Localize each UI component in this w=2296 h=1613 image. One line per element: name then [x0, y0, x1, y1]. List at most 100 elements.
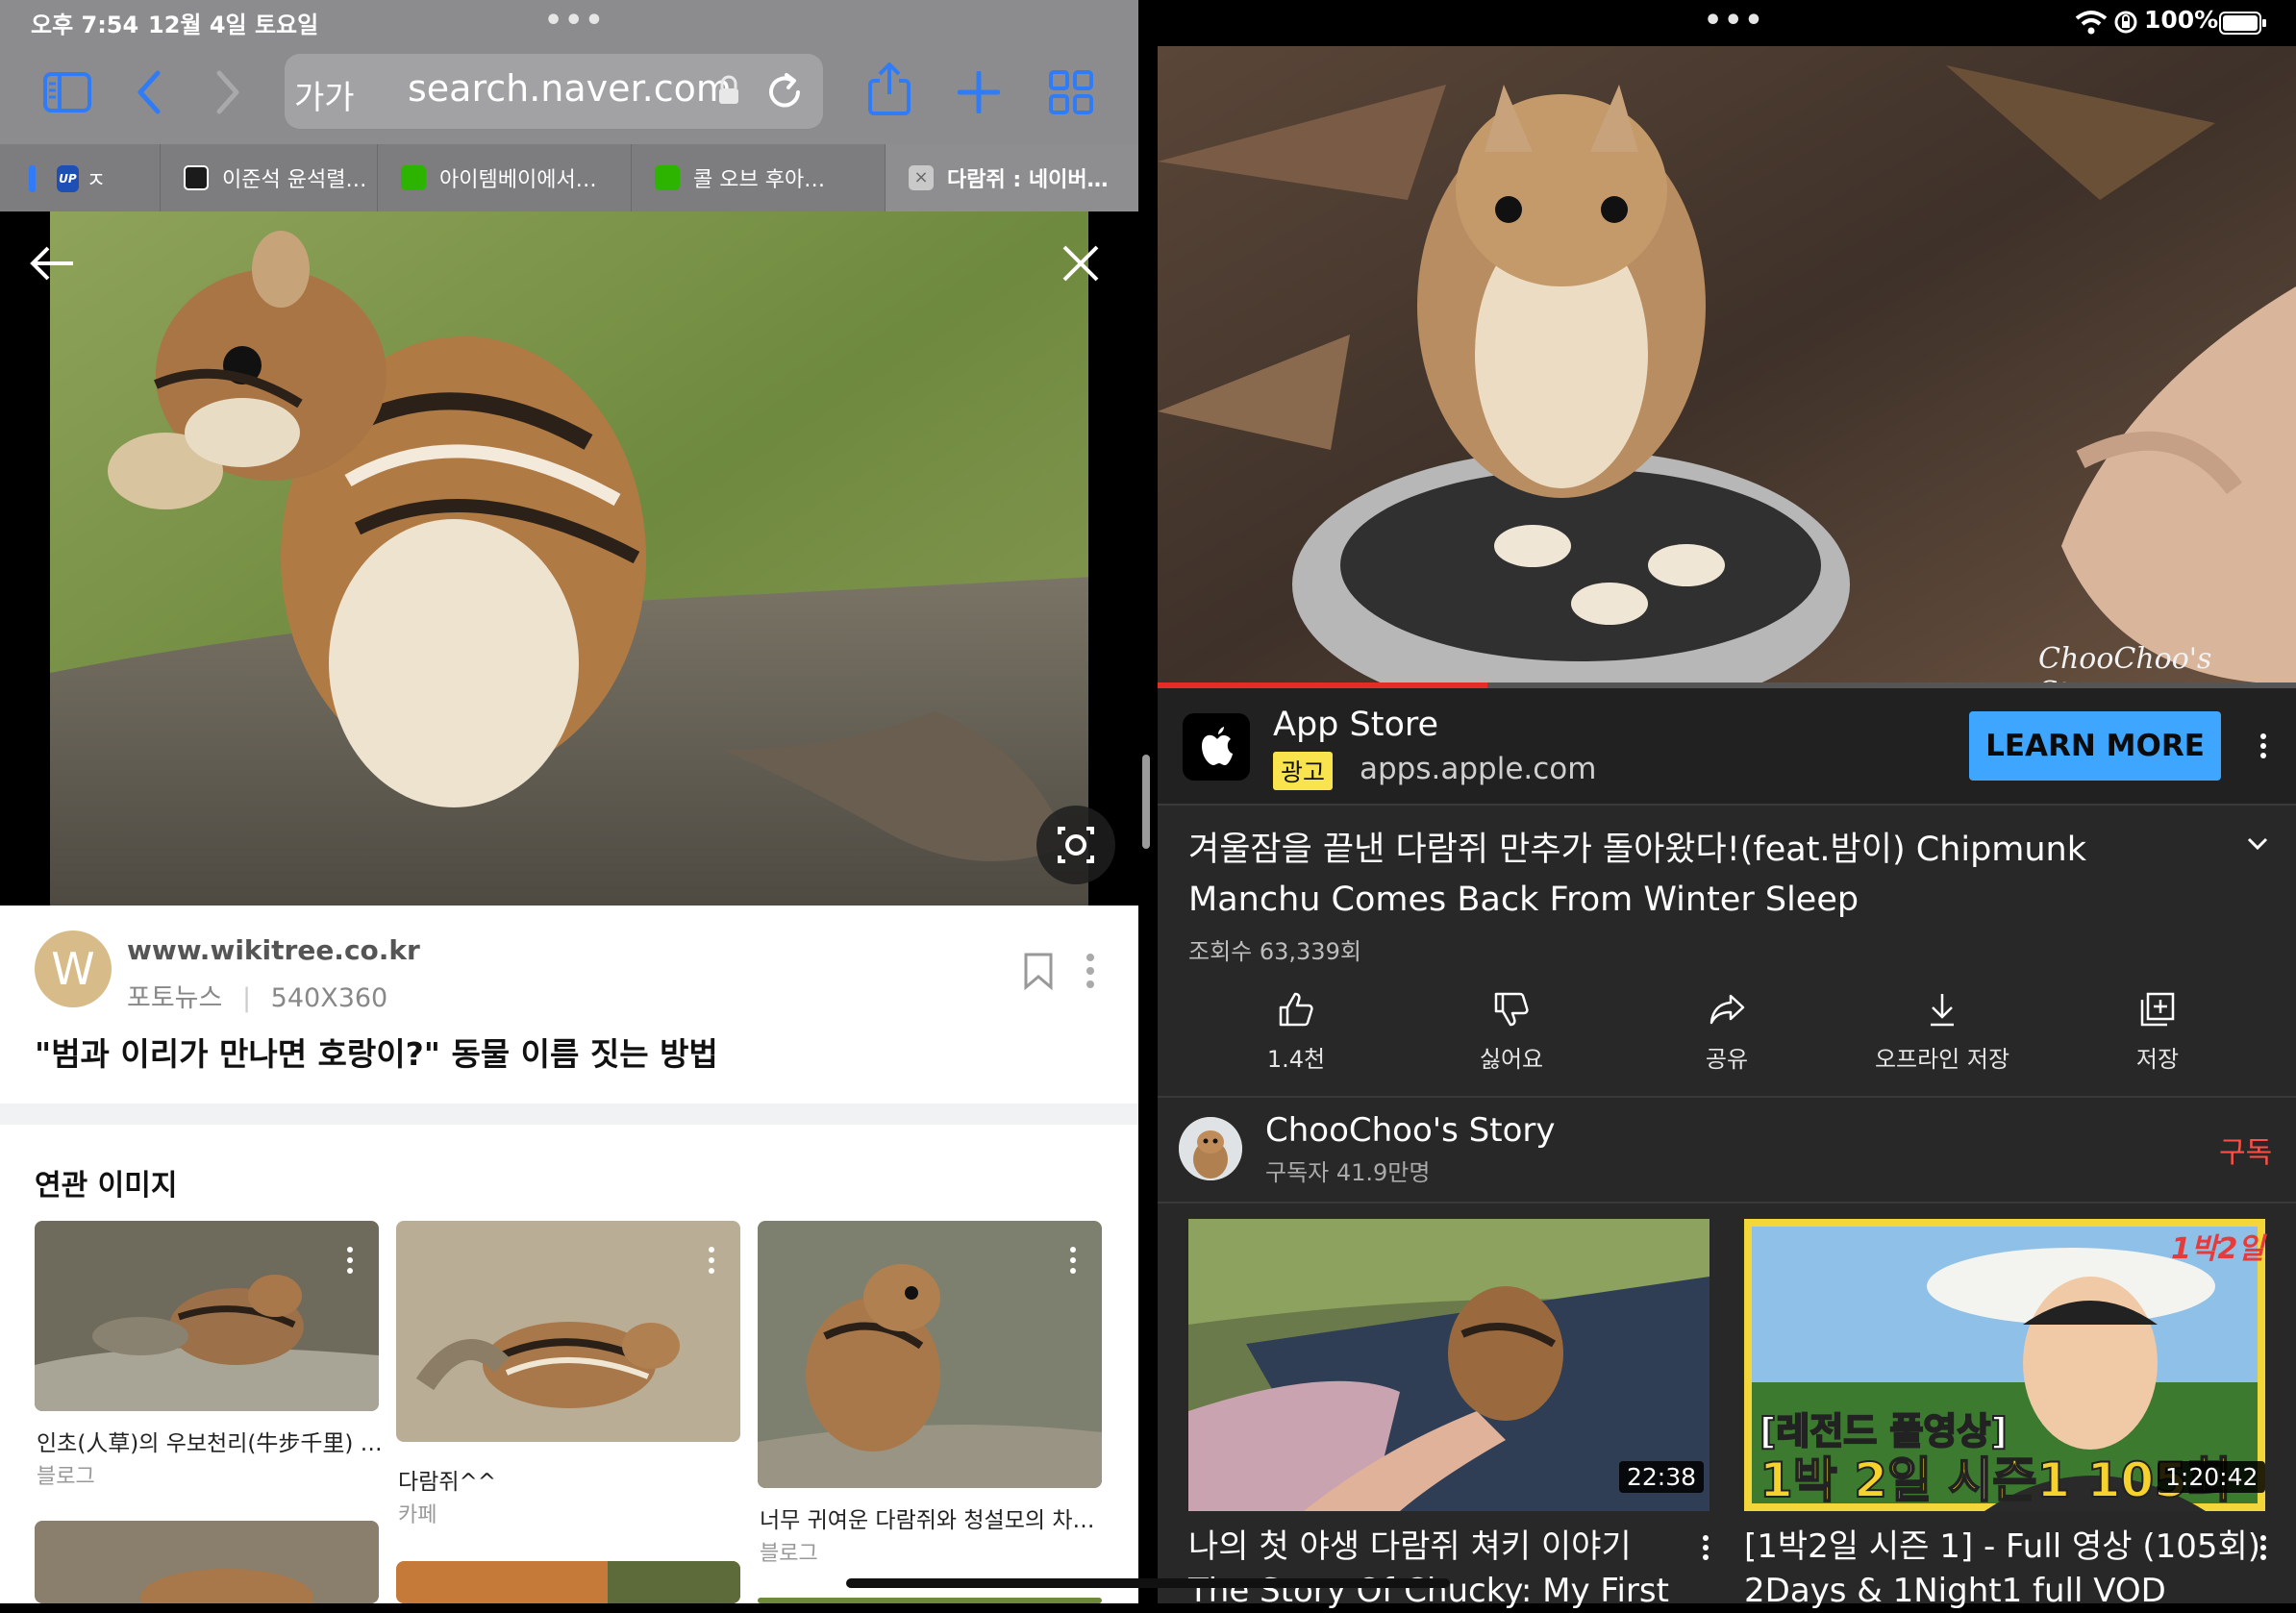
thumb-more-icon[interactable]	[1069, 1246, 1077, 1275]
show-logo: 1박2일	[2171, 1232, 2264, 1266]
back-icon[interactable]	[135, 69, 163, 115]
duration-badge: 22:38	[1619, 1461, 1705, 1493]
related-image-3[interactable]	[758, 1221, 1102, 1488]
dislike-label: 싫어요	[1479, 1046, 1544, 1073]
related-image-5[interactable]	[396, 1561, 740, 1603]
expand-chevron-icon[interactable]	[2246, 836, 2269, 852]
related-caption-3[interactable]: 너무 귀여운 다람쥐와 청설모의 차…	[760, 1501, 1094, 1534]
tab-favicon-icon	[29, 165, 37, 192]
more-options-icon[interactable]	[1085, 952, 1096, 990]
related-caption-1[interactable]: 인초(人草)의 우보천리(牛步千里) …	[37, 1425, 383, 1457]
download-button[interactable]: 오프라인 저장	[1846, 990, 2038, 1074]
recommended-more-icon[interactable]	[1702, 1534, 1710, 1561]
back-arrow-icon[interactable]	[29, 244, 77, 283]
like-icon	[1279, 992, 1313, 1027]
related-source-2: 카페	[398, 1503, 437, 1527]
dislike-icon	[1494, 992, 1529, 1027]
recommended-title-1-line2[interactable]: The Story Of Chucky: My First	[1188, 1569, 1669, 1613]
duration-badge: 1:20:42	[2158, 1461, 2266, 1493]
related-source-1: 블로그	[37, 1465, 95, 1489]
source-category: 포토뉴스	[127, 983, 223, 1013]
multitask-dots-left[interactable]: •••	[544, 4, 606, 37]
multitask-dots-right[interactable]: •••	[1704, 4, 1765, 37]
divider	[1158, 1096, 2296, 1098]
recommended-title-2[interactable]: [1박2일 시즌 1] - Full 영상 (105회)	[1744, 1525, 2260, 1569]
status-time: 오후 7:54	[31, 12, 139, 38]
related-image-1[interactable]	[35, 1221, 379, 1411]
chipmunk-photo[interactable]	[50, 211, 1088, 906]
source-domain[interactable]: www.wikitree.co.kr	[127, 934, 420, 966]
divider	[1158, 804, 2296, 806]
download-icon	[1931, 994, 1954, 1027]
source-meta: 포토뉴스 | 540X360	[127, 977, 387, 1014]
bookmark-icon[interactable]	[1023, 952, 1054, 990]
recommended-title-2-line2[interactable]: 2Days & 1Night1 full VOD	[1744, 1569, 2166, 1613]
apple-logo-icon[interactable]	[1183, 713, 1250, 781]
tab-partial[interactable]: UP ㅈ	[29, 156, 106, 202]
meta-divider: |	[241, 983, 252, 1013]
sidebar-icon[interactable]	[42, 71, 92, 113]
ad-more-icon[interactable]	[2259, 732, 2267, 759]
tab-active[interactable]: × 다람쥐 : 네이버…	[885, 144, 1138, 211]
split-handle[interactable]	[1142, 755, 1150, 849]
tab-3[interactable]: 콜 오브 후아…	[631, 144, 885, 211]
source-logo: W	[35, 931, 112, 1007]
save-label: 저장	[2135, 1046, 2180, 1073]
tab-label: 콜 오브 후아…	[693, 168, 826, 192]
related-image-4[interactable]	[35, 1521, 379, 1603]
orientation-lock-icon	[2113, 10, 2138, 35]
tab-label: 이준석 윤석렬…	[222, 168, 367, 192]
video-player[interactable]	[1158, 46, 2296, 684]
channel-name[interactable]: ChooChoo's Story	[1265, 1111, 1555, 1150]
chat-favicon-icon	[401, 165, 426, 190]
download-label: 오프라인 저장	[1874, 1046, 2010, 1073]
related-source-3: 블로그	[760, 1542, 818, 1566]
like-button[interactable]: 1.4천	[1200, 990, 1392, 1074]
ad-url[interactable]: apps.apple.com	[1360, 752, 1596, 786]
dislike-button[interactable]: 싫어요	[1415, 990, 1608, 1074]
chat-favicon-icon	[655, 165, 680, 190]
related-title: 연관 이미지	[35, 1169, 178, 1203]
close-tab-icon[interactable]: ×	[909, 165, 934, 190]
image-dimensions: 540X360	[270, 983, 388, 1013]
tab-label: 다람쥐 : 네이버…	[947, 168, 1109, 192]
thumb-more-icon[interactable]	[708, 1246, 715, 1275]
source-headline[interactable]: "범과 이리가 만나면 호랑이?" 동물 이름 짓는 방법	[35, 1029, 718, 1075]
like-count: 1.4천	[1266, 1046, 1326, 1073]
text-size-button[interactable]: 가가	[294, 71, 355, 118]
related-image-6[interactable]	[758, 1598, 1102, 1603]
learn-more-button[interactable]: LEARN MORE	[1969, 711, 2221, 781]
related-caption-2[interactable]: 다람쥐^^	[398, 1463, 496, 1496]
share-icon[interactable]	[865, 62, 913, 117]
video-title[interactable]: 겨울잠을 끝낸 다람쥐 만추가 돌아왔다!(feat.밤이) Chipmunk …	[1188, 825, 2169, 925]
recommended-title-1[interactable]: 나의 첫 야생 다람쥐 쳐키 이야기	[1188, 1525, 1632, 1569]
share-label: 공유	[1705, 1046, 1749, 1073]
lock-icon	[717, 75, 740, 106]
tab-overview-icon[interactable]	[1048, 69, 1094, 115]
save-button[interactable]: 저장	[2061, 990, 2254, 1074]
ad-title[interactable]: App Store	[1273, 706, 1438, 744]
url-text[interactable]: search.naver.com	[408, 67, 732, 110]
related-image-2[interactable]	[396, 1221, 740, 1442]
subscriber-count: 구독자 41.9만명	[1265, 1159, 1431, 1186]
tab-1[interactable]: 이준석 윤석렬…	[160, 144, 377, 211]
image-search-icon[interactable]	[1036, 806, 1115, 884]
wifi-icon	[2075, 10, 2108, 35]
share-button[interactable]: 공유	[1631, 990, 1823, 1074]
forward-icon[interactable]	[213, 69, 242, 115]
reload-icon[interactable]	[765, 69, 806, 112]
tab-fragment: ㅈ	[86, 169, 106, 193]
up-favicon-icon: UP	[57, 165, 79, 192]
tab-2[interactable]: 아이템베이에서…	[377, 144, 631, 211]
tab-label: 아이템베이에서…	[439, 168, 597, 192]
recommended-more-icon[interactable]	[2259, 1534, 2267, 1561]
battery-icon	[2219, 12, 2267, 35]
new-tab-icon[interactable]	[958, 71, 1000, 113]
thumb-more-icon[interactable]	[346, 1246, 354, 1275]
view-count: 조회수 63,339회	[1188, 938, 1361, 965]
section-divider	[0, 1104, 1138, 1125]
close-viewer-icon[interactable]	[1061, 244, 1100, 283]
channel-avatar[interactable]	[1179, 1117, 1242, 1180]
home-indicator[interactable]	[846, 1578, 1450, 1588]
subscribe-button[interactable]: 구독	[2219, 1129, 2272, 1171]
